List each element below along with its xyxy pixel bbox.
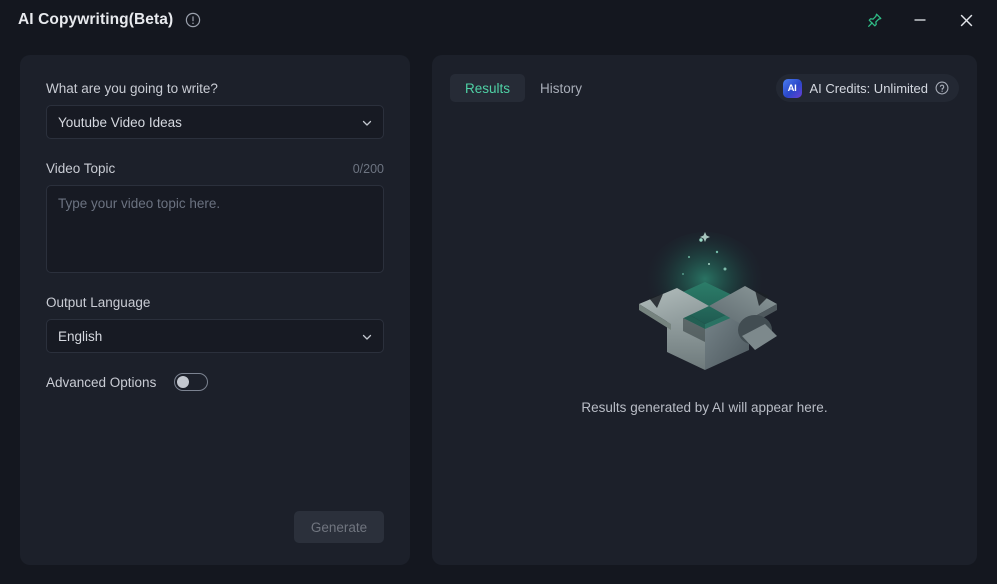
advanced-options-row: Advanced Options [46,373,384,391]
topic-label: Video Topic [46,161,116,176]
generate-button-row: Generate [46,511,384,543]
results-panel: Results History AI AI Credits: Unlimited [432,55,977,565]
main-content: What are you going to write? Youtube Vid… [0,40,997,584]
close-button[interactable] [943,4,989,36]
window-title: AI Copywriting(Beta) [18,11,174,28]
chevron-down-icon [361,116,373,128]
info-circle-icon[interactable] [185,12,201,28]
tabs-row: Results History AI AI Credits: Unlimited [432,55,977,107]
prompt-label: What are you going to write? [46,81,218,96]
empty-state: Results generated by AI will appear here… [432,107,977,565]
open-box-icon [605,224,805,384]
minimize-button[interactable] [897,4,943,36]
empty-state-message: Results generated by AI will appear here… [581,399,828,415]
ai-badge-icon: AI [782,78,802,98]
form-panel: What are you going to write? Youtube Vid… [20,55,410,565]
toggle-knob [177,376,190,388]
template-select[interactable]: Youtube Video Ideas [46,105,384,139]
tab-results[interactable]: Results [450,74,526,102]
ai-credits-label: AI Credits: Unlimited [809,80,928,96]
advanced-options-label: Advanced Options [46,374,157,390]
window-controls [851,4,989,36]
chevron-down-icon [361,330,373,342]
advanced-options-toggle[interactable] [174,373,209,391]
template-select-value: Youtube Video Ideas [58,114,182,130]
topic-char-counter: 0/200 [352,161,384,176]
help-circle-icon[interactable] [935,81,949,95]
tab-history[interactable]: History [525,74,597,102]
topic-input[interactable] [46,185,384,273]
title-bar: AI Copywriting(Beta) [0,0,997,40]
pin-button[interactable] [851,4,897,36]
ai-credits-badge[interactable]: AI AI Credits: Unlimited [775,74,959,102]
language-select-value: English [58,328,103,344]
language-select[interactable]: English [46,319,384,353]
generate-button[interactable]: Generate [294,511,384,543]
language-label: Output Language [46,295,151,310]
topic-label-row: Video Topic 0/200 [46,161,384,176]
